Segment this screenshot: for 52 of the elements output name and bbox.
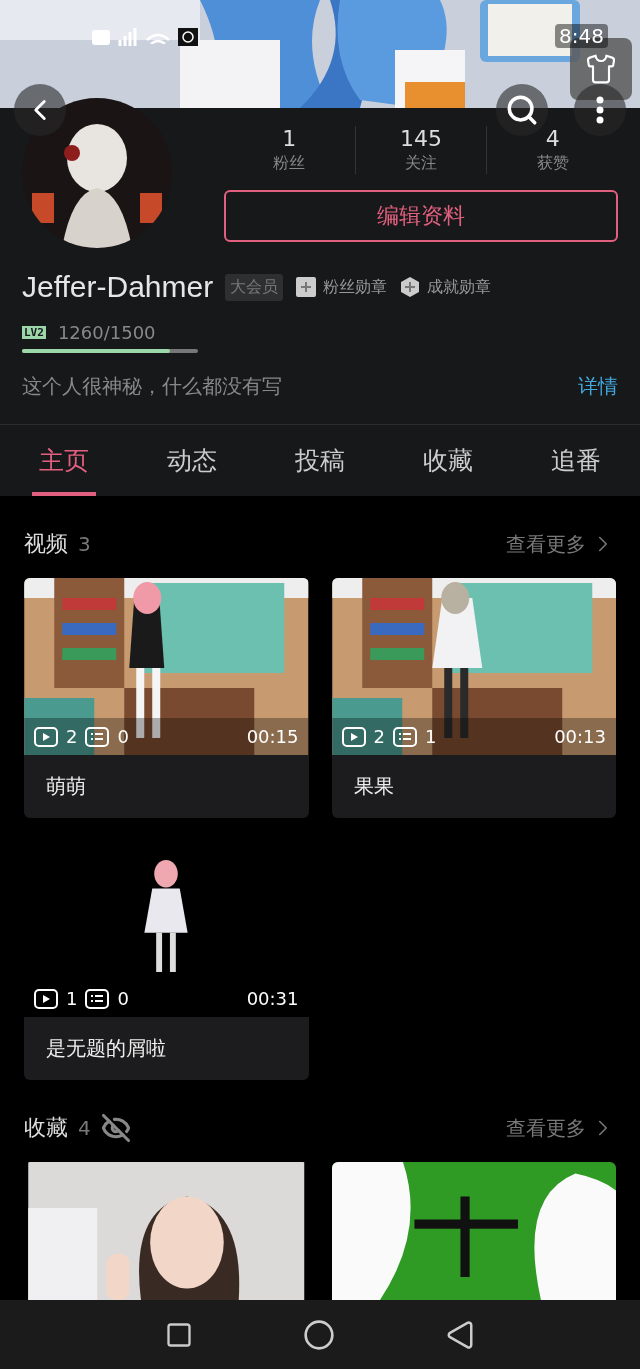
level-badge: LV2 (22, 326, 46, 339)
video-duration: 00:13 (554, 726, 606, 747)
stat-label: 获赞 (536, 152, 569, 174)
recent-apps-button[interactable] (165, 1320, 193, 1349)
square-icon (165, 1320, 193, 1349)
see-more-link[interactable]: 查看更多 (506, 530, 616, 558)
details-link[interactable]: 详情 (578, 373, 618, 400)
tab[interactable]: 主页 (0, 425, 128, 496)
stat-label: 粉丝 (273, 152, 306, 174)
tab[interactable]: 动态 (128, 425, 256, 496)
section-count: 4 (78, 1116, 91, 1140)
medal-label[interactable]: 成就勋章 (427, 276, 492, 298)
home-button[interactable] (303, 1318, 335, 1351)
danmaku-count-icon (392, 726, 417, 747)
stat-value: 1 (282, 126, 297, 152)
tab[interactable]: 收藏 (384, 425, 512, 496)
plus-icon (295, 276, 318, 298)
triangle-icon (445, 1319, 475, 1350)
danmaku-count-icon (85, 988, 110, 1009)
play-count-icon (341, 726, 366, 747)
plus-icon (399, 276, 422, 298)
back-nav-button[interactable] (445, 1319, 475, 1350)
play-count: 2 (66, 726, 78, 747)
tab[interactable]: 投稿 (256, 425, 384, 496)
section-title: 收藏 (24, 1114, 68, 1142)
section-count: 3 (78, 532, 91, 556)
video-duration: 00:15 (246, 726, 299, 747)
danmaku-count: 0 (117, 726, 129, 747)
stat-label: 关注 (405, 152, 437, 174)
danmaku-count: 0 (117, 988, 129, 1009)
video-title: 果果 (331, 755, 616, 818)
tab[interactable]: 追番 (512, 425, 640, 496)
video-title: 是无题的屑啦 (24, 1017, 309, 1080)
video-duration: 00:31 (246, 988, 299, 1009)
circle-icon (303, 1318, 335, 1351)
play-count-icon (34, 988, 58, 1009)
danmaku-count-icon (85, 726, 110, 747)
bio-text: 这个人很神秘，什么都没有写 (22, 373, 282, 400)
username: Jeffer-Dahmer (22, 270, 214, 304)
play-count-icon (34, 726, 58, 747)
see-more-link[interactable]: 查看更多 (506, 1114, 616, 1142)
play-count: 1 (66, 988, 78, 1009)
edit-profile-button[interactable]: 编辑资料 (224, 190, 618, 242)
stat-value: 145 (400, 126, 442, 152)
danmaku-count: 1 (424, 726, 437, 747)
stat-value: 4 (545, 126, 560, 152)
experience-points: 1260/1500 (57, 322, 156, 343)
play-count: 2 (373, 726, 385, 747)
vip-badge: 大会员 (225, 273, 284, 301)
medal-label[interactable]: 粉丝勋章 (323, 276, 388, 298)
section-title: 视频 (24, 530, 68, 558)
video-title: 萌萌 (24, 755, 309, 818)
